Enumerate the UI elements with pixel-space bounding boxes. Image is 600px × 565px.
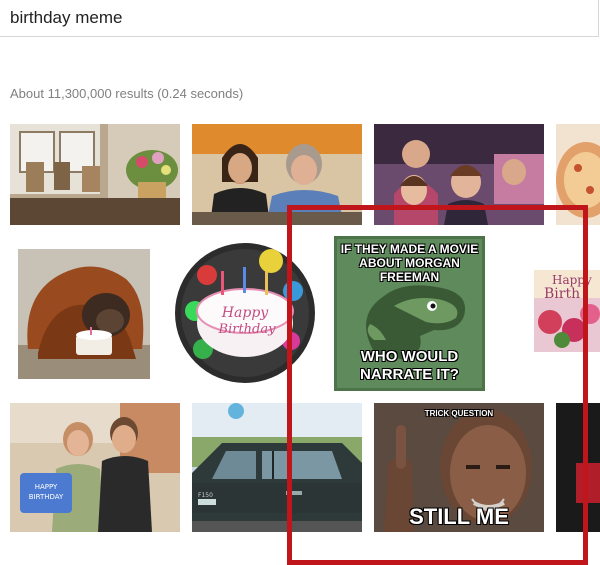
image-result-two-women[interactable] [192,124,362,225]
svg-text:Happy: Happy [221,305,269,321]
svg-text:Birth: Birth [544,286,580,302]
image-result-morgan-freeman-meme[interactable]: TRICK QUESTION STILL ME [374,403,544,532]
image-result-partial-card[interactable]: Happy Birth [534,270,600,352]
meme-top-caption: IF THEY MADE A MOVIE ABOUT MORGAN FREEMA… [340,242,479,284]
svg-text:Happy: Happy [552,273,592,287]
svg-text:HAPPY: HAPPY [35,483,58,491]
meme-bottom-caption: WHO WOULD NARRATE IT? [360,348,459,383]
image-result-partial-dark[interactable] [556,403,600,532]
svg-text:Birthday: Birthday [218,322,277,337]
search-input[interactable]: birthday meme [10,8,122,28]
image-result-partial-food[interactable] [556,124,600,225]
image-result-philosoraptor-meme[interactable]: IF THEY MADE A MOVIE ABOUT MORGAN FREEMA… [334,236,485,391]
image-result-truck[interactable]: F150 [192,403,362,532]
search-bar[interactable]: birthday meme [0,0,599,37]
image-result-orangutan-cake[interactable] [18,249,150,379]
image-result-group-couch[interactable] [374,124,544,225]
svg-text:BIRTHDAY: BIRTHDAY [29,493,64,501]
meme-top-caption: TRICK QUESTION [424,409,494,418]
image-result-birthday-cake-circle[interactable]: Happy Birthday [173,241,318,385]
result-stats: About 11,300,000 results (0.24 seconds) [10,86,244,101]
meme-bottom-caption: STILL ME [409,504,509,529]
image-result-living-room[interactable] [10,124,180,225]
svg-text:F150: F150 [198,492,213,499]
image-result-couple-holding-sign[interactable]: HAPPY BIRTHDAY [10,403,180,532]
